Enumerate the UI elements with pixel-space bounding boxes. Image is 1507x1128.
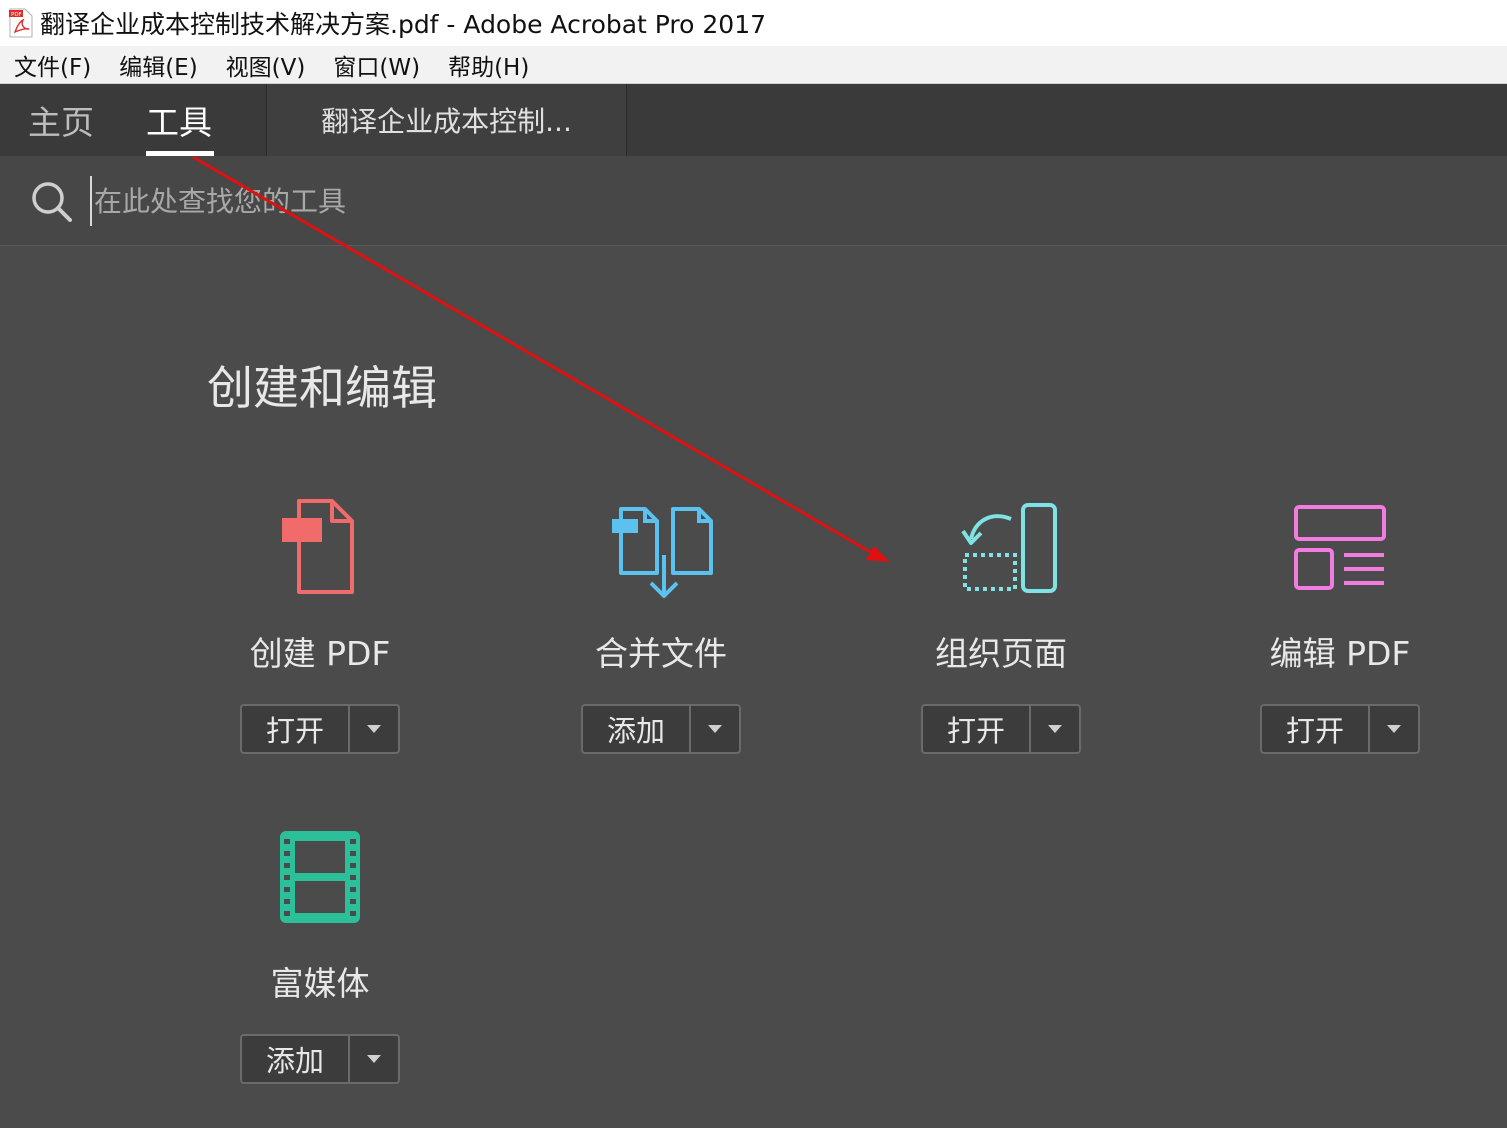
menu-file[interactable]: 文件(F)	[14, 48, 91, 82]
create-pdf-icon[interactable]	[260, 497, 380, 602]
chevron-down-icon	[1048, 725, 1062, 733]
dropdown-button[interactable]	[1370, 706, 1418, 752]
menu-window[interactable]: 窗口(W)	[333, 48, 420, 82]
open-button[interactable]: 打开	[923, 706, 1031, 752]
split-button: 打开	[240, 704, 400, 754]
tool-edit-pdf[interactable]: 编辑 PDF 打开	[1210, 497, 1470, 797]
tool-rich-media[interactable]: 富媒体 添加	[190, 827, 450, 1127]
tab-document[interactable]: 翻译企业成本控制...	[266, 84, 627, 156]
menu-edit[interactable]: 编辑(E)	[119, 48, 197, 82]
split-button: 添加	[240, 1034, 400, 1084]
acrobat-pdf-icon: PDF	[8, 8, 34, 38]
add-button[interactable]: 添加	[583, 706, 691, 752]
tab-bar: 主页 工具 翻译企业成本控制...	[0, 84, 1507, 156]
dropdown-button[interactable]	[350, 706, 398, 752]
tool-search-bar	[0, 156, 1507, 246]
tab-tools-label: 工具	[146, 103, 212, 142]
split-button: 打开	[1260, 704, 1420, 754]
add-button[interactable]: 添加	[242, 1036, 350, 1082]
search-input[interactable]	[90, 176, 790, 226]
tab-home[interactable]: 主页	[28, 84, 94, 156]
tool-create-pdf[interactable]: 创建 PDF 打开	[190, 497, 450, 797]
split-button: 打开	[921, 704, 1081, 754]
menu-help[interactable]: 帮助(H)	[448, 48, 529, 82]
tool-combine-files[interactable]: 合并文件 添加	[531, 497, 791, 797]
chevron-down-icon	[367, 725, 381, 733]
split-button: 添加	[581, 704, 741, 754]
tool-label: 编辑 PDF	[1269, 634, 1411, 673]
edit-pdf-icon[interactable]	[1280, 497, 1400, 602]
svg-text:PDF: PDF	[11, 12, 22, 18]
window-title: 翻译企业成本控制技术解决方案.pdf - Adobe Acrobat Pro 2…	[40, 10, 767, 39]
tool-label: 富媒体	[270, 964, 370, 1003]
search-icon	[30, 180, 74, 224]
menu-bar: 文件(F) 编辑(E) 视图(V) 窗口(W) 帮助(H)	[0, 46, 1507, 84]
organize-pages-icon[interactable]	[941, 497, 1061, 602]
combine-files-icon[interactable]	[601, 497, 721, 602]
open-button[interactable]: 打开	[1262, 706, 1370, 752]
chevron-down-icon	[1387, 725, 1401, 733]
rich-media-icon[interactable]	[260, 827, 380, 932]
menu-view[interactable]: 视图(V)	[226, 48, 306, 82]
dropdown-button[interactable]	[691, 706, 739, 752]
tool-label: 创建 PDF	[249, 634, 391, 673]
tab-tools[interactable]: 工具	[146, 84, 214, 156]
chevron-down-icon	[708, 725, 722, 733]
section-title: 创建和编辑	[207, 361, 437, 415]
tool-label: 合并文件	[595, 634, 727, 673]
tool-label: 组织页面	[935, 634, 1067, 673]
open-button[interactable]: 打开	[242, 706, 350, 752]
title-bar: PDF 翻译企业成本控制技术解决方案.pdf - Adobe Acrobat P…	[0, 0, 1507, 46]
dropdown-button[interactable]	[1031, 706, 1079, 752]
dropdown-button[interactable]	[350, 1036, 398, 1082]
chevron-down-icon	[367, 1055, 381, 1063]
tool-organize-pages[interactable]: 组织页面 打开	[871, 497, 1131, 797]
